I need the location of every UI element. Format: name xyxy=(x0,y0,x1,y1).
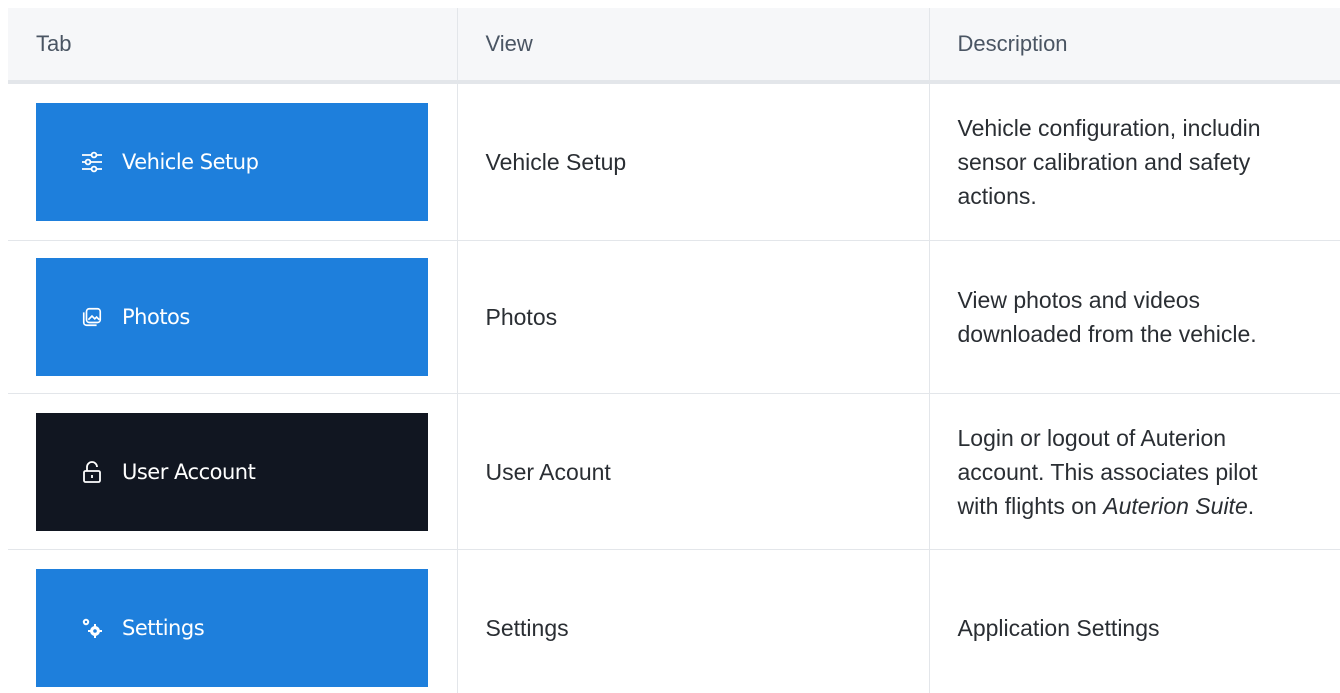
tab-cell: User Account xyxy=(8,393,458,550)
table-row: Photos Photos View photos and videos dow… xyxy=(8,240,1340,394)
header-view: View xyxy=(457,8,930,84)
user-account-tab-image: User Account xyxy=(36,412,428,531)
vehicle-setup-tab-image: Vehicle Setup xyxy=(36,103,428,221)
description-line: with flights on Auterion Suite. xyxy=(958,489,1340,523)
view-cell: Vehicle Setup xyxy=(457,82,930,241)
description-text: . xyxy=(1247,492,1255,519)
tab-label: Vehicle Setup xyxy=(122,150,259,174)
tab-label: User Account xyxy=(122,459,256,484)
table-row: Vehicle Setup Vehicle Setup Vehicle conf… xyxy=(8,82,1340,241)
view-cell: User Acount xyxy=(457,393,930,550)
photos-tab-image: Photos xyxy=(36,258,428,376)
table-row: Settings Settings Application Settings xyxy=(8,549,1340,693)
description-line: Login or logout of Auterion xyxy=(957,424,1227,451)
description-text: with flights on xyxy=(957,492,1104,519)
settings-tab-image: Settings xyxy=(36,568,428,687)
tab-cell: Vehicle Setup xyxy=(8,82,458,241)
sliders-icon xyxy=(78,148,106,176)
view-cell: Photos xyxy=(457,240,930,394)
description-cell: Vehicle configuration, includin sensor c… xyxy=(929,82,1340,241)
description-line: downloaded from the vehicle. xyxy=(957,321,1257,347)
unlock-icon xyxy=(78,458,106,486)
tab-label: Photos xyxy=(122,305,190,329)
description-cell: Application Settings xyxy=(929,550,1340,693)
header-tab: Tab xyxy=(8,8,458,84)
description-line: account. This associates pilot xyxy=(957,458,1258,485)
tabs-table: Tab View Description Vehicle Setup Vehic… xyxy=(8,8,1340,693)
description-cell: Login or logout of Auterion account. Thi… xyxy=(929,393,1340,550)
tab-cell: Photos xyxy=(8,240,458,394)
gears-icon xyxy=(78,614,106,642)
auterion-suite-emphasis: Auterion Suite xyxy=(1103,492,1248,519)
description-line: View photos and videos xyxy=(957,287,1201,313)
description-line: Vehicle configuration, includin xyxy=(957,115,1261,141)
view-cell: Settings xyxy=(457,549,930,693)
table-row: User Account User Acount Login or logout… xyxy=(8,393,1340,550)
header-description: Description xyxy=(929,8,1340,84)
page: Tab View Description Vehicle Setup Vehic… xyxy=(0,0,1340,693)
tab-label: Settings xyxy=(122,615,205,640)
description-line: sensor calibration and safety xyxy=(957,149,1251,175)
description-cell: View photos and videos downloaded from t… xyxy=(929,240,1340,394)
tab-cell: Settings xyxy=(8,549,458,693)
description-line: actions. xyxy=(957,183,1037,209)
table-header-row: Tab View Description xyxy=(8,8,1340,84)
photos-icon xyxy=(78,303,106,331)
description-line: Application Settings xyxy=(957,614,1160,641)
